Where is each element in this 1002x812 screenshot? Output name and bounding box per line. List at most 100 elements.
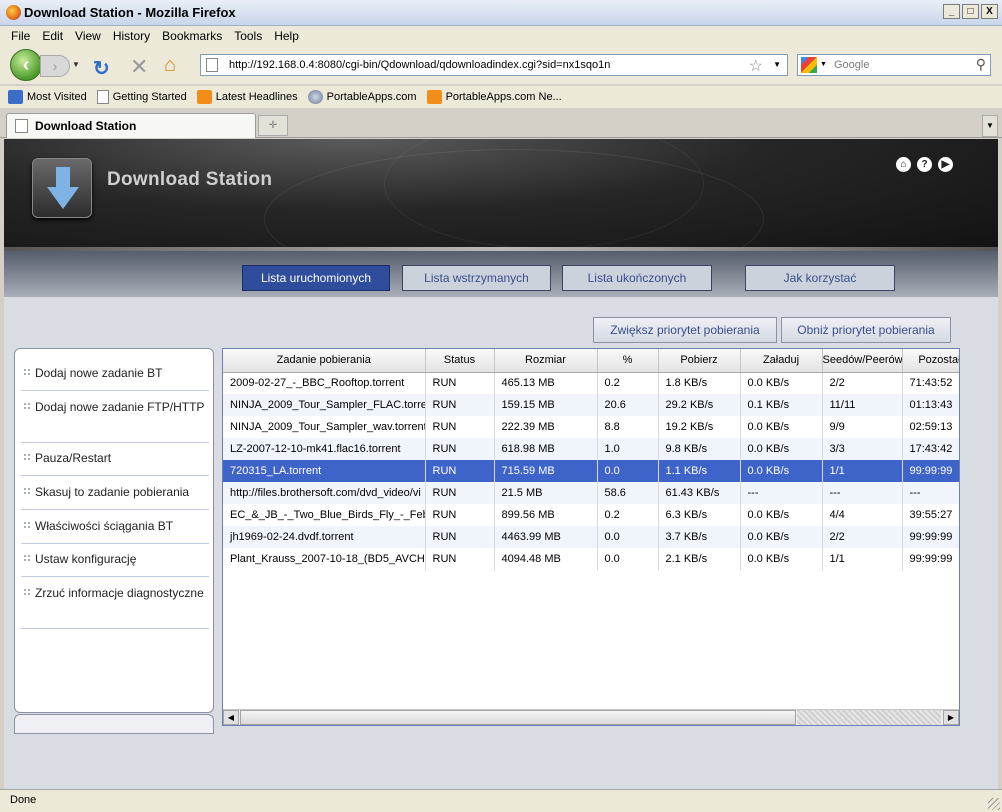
table-row[interactable]: NINJA_2009_Tour_Sampler_wav.torrent RUN 22… <box>223 416 959 438</box>
increase-priority-button[interactable]: Zwiększ priorytet pobierania <box>593 317 777 343</box>
address-bar[interactable]: http://192.168.0.4:8080/cgi-bin/Qdownloa… <box>200 54 788 76</box>
url-dropdown-icon[interactable]: ▼ <box>773 60 781 69</box>
scroll-left-icon[interactable]: ◀ <box>223 710 239 725</box>
back-button[interactable]: ‹ <box>10 49 42 81</box>
table-row[interactable]: NINJA_2009_Tour_Sampler_FLAC.torrent RUN 1… <box>223 394 959 416</box>
table-row[interactable]: Plant_Krauss_2007-10-18_(BD5_AVCH RUN 4094… <box>223 548 959 570</box>
home-icon[interactable]: ⌂ <box>896 157 911 172</box>
sidebar-dump-diagnostics[interactable]: Zrzuć informacje diagnostyczne <box>21 581 209 629</box>
table-cell: 99:99:99 <box>902 548 959 570</box>
menu-tools[interactable]: Tools <box>234 29 262 43</box>
close-window-button[interactable]: X <box>981 4 998 19</box>
search-icon[interactable]: ⚲ <box>976 56 986 73</box>
history-dropdown-icon[interactable]: ▼ <box>72 60 80 69</box>
table-cell: NINJA_2009_Tour_Sampler_FLAC.torrent <box>223 394 426 416</box>
column-header-upload[interactable]: Załaduj <box>740 349 823 373</box>
table-cell: 222.39 MB <box>494 416 598 438</box>
table-cell: 4/4 <box>822 504 903 526</box>
table-cell: RUN <box>425 438 495 460</box>
sidebar-delete-task[interactable]: Skasuj to zadanie pobierania <box>21 480 209 510</box>
table-cell: 71:43:52 <box>902 372 959 394</box>
help-icon[interactable]: ? <box>917 157 932 172</box>
column-header-download[interactable]: Pobierz <box>658 349 741 373</box>
forward-button[interactable]: › <box>40 55 70 77</box>
horizontal-scrollbar[interactable]: ◀ ▶ <box>223 709 959 725</box>
minimize-button[interactable]: _ <box>943 4 960 19</box>
engine-dropdown-icon[interactable]: ▼ <box>820 61 827 68</box>
table-cell: 2.1 KB/s <box>658 548 741 570</box>
bookmark-star-icon[interactable]: ☆ <box>749 56 763 76</box>
column-header-size[interactable]: Rozmiar <box>494 349 598 373</box>
bookmark-portableapps-news[interactable]: PortableApps.com Ne... <box>426 90 562 104</box>
table-cell: 465.13 MB <box>494 372 598 394</box>
sidebar-pause-restart[interactable]: Pauza/Restart <box>21 446 209 476</box>
table-row[interactable]: 2009-02-27_-_BBC_Rooftop.torrent RUN 465.1… <box>223 372 959 394</box>
scroll-right-icon[interactable]: ▶ <box>943 710 959 725</box>
sidebar-bt-properties[interactable]: Właściwości ściągania BT <box>21 514 209 544</box>
table-cell: 0.0 KB/s <box>740 504 823 526</box>
table-cell: 29.2 KB/s <box>658 394 741 416</box>
table-cell: 0.0 <box>597 526 659 548</box>
search-bar[interactable]: ▼ Google ⚲ <box>797 54 991 76</box>
column-header-status[interactable]: Status <box>425 349 495 373</box>
tab-completed-list[interactable]: Lista ukończonych <box>562 265 712 291</box>
table-row[interactable]: http://files.brothersoft.com/dvd_video/v… <box>223 482 959 504</box>
column-header-task[interactable]: Zadanie pobierania <box>223 349 426 373</box>
menu-help[interactable]: Help <box>274 29 299 43</box>
table-cell: 0.0 KB/s <box>740 548 823 570</box>
table-row[interactable]: LZ-2007-12-10-mk41.flac16.torrent RUN 618.… <box>223 438 959 460</box>
stop-icon[interactable]: ✕ <box>130 54 148 80</box>
home-icon[interactable]: ⌂ <box>164 54 176 77</box>
tab-how-to-use[interactable]: Jak korzystać <box>745 265 895 291</box>
scrollbar-thumb[interactable] <box>240 710 796 725</box>
reload-icon[interactable]: ↻ <box>93 56 110 81</box>
table-cell: 0.0 <box>597 548 659 570</box>
sidebar-add-ftp-http-task[interactable]: Dodaj nowe zadanie FTP/HTTP <box>21 395 209 443</box>
menu-history[interactable]: History <box>113 29 150 43</box>
menu-file[interactable]: File <box>11 29 30 43</box>
grip-dots-icon <box>23 368 31 376</box>
table-cell: 0.2 <box>597 372 659 394</box>
address-url[interactable]: http://192.168.0.4:8080/cgi-bin/Qdownloa… <box>229 59 610 71</box>
resize-grip-icon[interactable] <box>988 798 1000 810</box>
table-cell: 6.3 KB/s <box>658 504 741 526</box>
logout-icon[interactable]: ▶ <box>938 157 953 172</box>
bookmark-most-visited[interactable]: Most Visited <box>8 90 87 104</box>
table-cell: 1.1 KB/s <box>658 460 741 482</box>
table-cell: 19.2 KB/s <box>658 416 741 438</box>
column-header-remaining[interactable]: Pozostało <box>902 349 959 373</box>
table-row[interactable]: jh1969-02-24.dvdf.torrent RUN 4463.99 MB 0.… <box>223 526 959 548</box>
sidebar-add-bt-task[interactable]: Dodaj nowe zadanie BT <box>21 361 209 391</box>
decrease-priority-button[interactable]: Obniż priorytet pobierania <box>781 317 951 343</box>
table-cell: 9.8 KB/s <box>658 438 741 460</box>
bookmark-portableapps[interactable]: PortableApps.com <box>307 90 417 104</box>
search-placeholder[interactable]: Google <box>834 59 869 71</box>
app-nav-bar: Lista uruchomionych Lista wstrzymanych L… <box>4 251 998 297</box>
grip-dots-icon <box>23 521 31 529</box>
menu-view[interactable]: View <box>75 29 101 43</box>
grip-dots-icon <box>23 453 31 461</box>
table-cell: 58.6 <box>597 482 659 504</box>
download-station-logo-icon <box>32 158 92 218</box>
tab-download-station[interactable]: Download Station <box>6 113 256 138</box>
table-row[interactable]: EC_&_JB_-_Two_Blue_Birds_Fly_-_Feb RUN 899… <box>223 504 959 526</box>
tab-list-icon[interactable]: ▼ <box>982 115 998 137</box>
tab-running-list[interactable]: Lista uruchomionych <box>242 265 390 291</box>
table-cell: 99:99:99 <box>902 526 959 548</box>
maximize-button[interactable]: □ <box>962 4 979 19</box>
status-bar: Done <box>0 789 1002 812</box>
menu-bookmarks[interactable]: Bookmarks <box>162 29 222 43</box>
table-header-row: Zadanie pobierania Status Rozmiar % Pobi… <box>223 349 959 373</box>
tab-paused-list[interactable]: Lista wstrzymanych <box>402 265 551 291</box>
column-header-seeds-peers[interactable]: Seedów/Peerów <box>822 349 903 373</box>
bookmark-latest-headlines[interactable]: Latest Headlines <box>196 90 298 104</box>
table-cell: jh1969-02-24.dvdf.torrent <box>223 526 426 548</box>
sidebar-set-configuration[interactable]: Ustaw konfigurację <box>21 547 209 577</box>
column-header-percent[interactable]: % <box>597 349 659 373</box>
new-tab-button[interactable]: ✛ <box>258 115 288 136</box>
navigation-toolbar: ‹ › ▼ ↻ ✕ ⌂ http://192.168.0.4:8080/cgi-… <box>0 46 1002 84</box>
table-row[interactable]: 720315_LA.torrent RUN 715.59 MB 0.0 1.1 KB/s… <box>223 460 959 482</box>
google-engine-icon[interactable] <box>801 57 817 73</box>
bookmark-getting-started[interactable]: Getting Started <box>96 90 187 104</box>
menu-edit[interactable]: Edit <box>42 29 63 43</box>
